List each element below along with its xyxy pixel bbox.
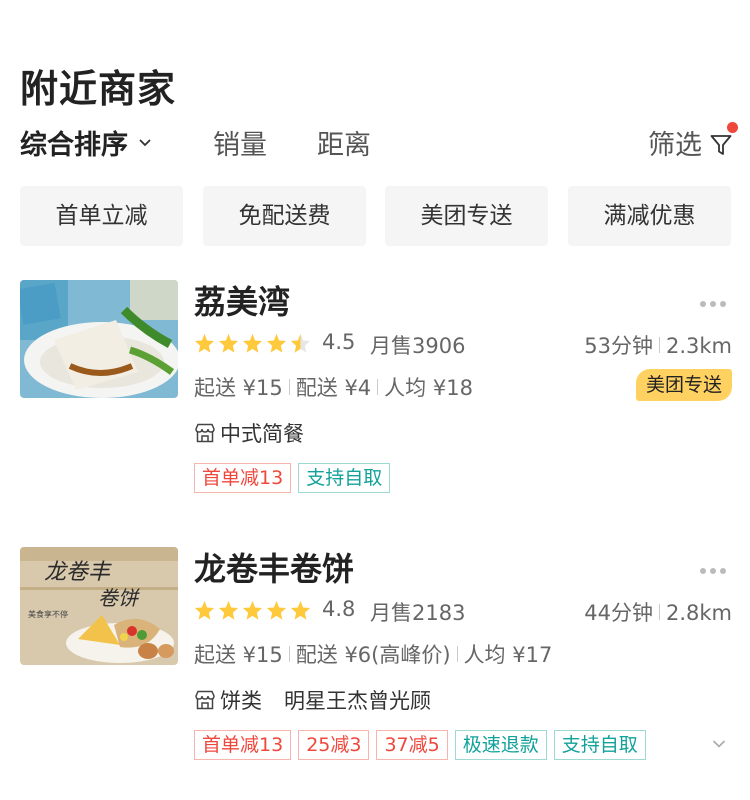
chip-discount-offers[interactable]: 满减优惠 (568, 186, 731, 246)
quick-filter-chips: 首单立减 免配送费 美团专送 满减优惠 (20, 186, 732, 246)
star-icon (194, 333, 215, 353)
star-icon (266, 600, 287, 620)
promo-tag: 25减3 (298, 730, 370, 760)
star-icon (242, 600, 263, 620)
store-highlight: 明星王杰曾光顾 (284, 689, 431, 713)
star-icon (218, 600, 239, 620)
delivery-time: 44分钟 (584, 601, 653, 625)
more-options-icon[interactable] (696, 559, 726, 578)
promo-tags: 首单减13 支持自取 (194, 463, 397, 493)
delivery-time: 53分钟 (584, 334, 653, 358)
star-rating (194, 333, 314, 353)
price-row: 起送 ¥15 配送 ¥6(高峰价) 人均 ¥17 (194, 639, 552, 669)
star-half-icon (290, 333, 311, 353)
rating-row: 4.5 月售3906 53分钟 2.3km (194, 330, 732, 360)
svg-text:美食享不停: 美食享不停 (28, 609, 68, 619)
time-distance: 44分钟 2.8km (584, 597, 732, 627)
avg-price: 人均 ¥18 (384, 376, 473, 400)
promo-tag: 支持自取 (298, 463, 391, 493)
meituan-delivery-badge: 美团专送 (635, 369, 732, 401)
sort-sales[interactable]: 销量 (213, 126, 267, 166)
sort-bar: 综合排序 销量 距离 筛选 (20, 122, 738, 170)
distance: 2.3km (665, 334, 732, 358)
delivery-fee: 配送 ¥6(高峰价) (295, 643, 451, 667)
rating-score: 4.8 (322, 597, 356, 621)
promo-tag: 首单减13 (194, 730, 292, 760)
chevron-down-icon (139, 138, 151, 146)
time-distance: 53分钟 2.3km (584, 330, 732, 360)
rating-row: 4.8 月售2183 44分钟 2.8km (194, 597, 732, 627)
store-icon (195, 423, 215, 443)
star-icon (242, 333, 263, 353)
filter-button[interactable]: 筛选 (648, 122, 738, 166)
distance: 2.8km (665, 601, 732, 625)
promo-tag: 37减5 (376, 730, 448, 760)
min-order: 起送 ¥15 (194, 643, 283, 667)
min-order: 起送 ¥15 (194, 376, 283, 400)
star-icon (290, 600, 311, 620)
rating-score: 4.5 (322, 330, 356, 354)
svg-text:卷饼: 卷饼 (98, 586, 140, 610)
filter-icon (710, 134, 732, 155)
store-name[interactable]: 龙卷丰卷饼 (194, 544, 354, 590)
sort-comprehensive[interactable]: 综合排序 (20, 126, 152, 166)
star-rating (194, 600, 314, 620)
star-icon (266, 333, 287, 353)
category-row: 饼类 明星王杰曾光顾 (194, 685, 431, 715)
delivery-fee: 配送 ¥4 (295, 376, 372, 400)
page-title: 附近商家 (20, 67, 177, 111)
sort-comprehensive-label: 综合排序 (20, 130, 128, 161)
store-category: 饼类 (220, 689, 262, 713)
star-icon (218, 333, 239, 353)
price-row: 起送 ¥15 配送 ¥4 人均 ¥18 (194, 372, 473, 402)
chip-free-delivery[interactable]: 免配送费 (203, 186, 366, 246)
store-thumbnail[interactable] (20, 280, 178, 398)
filter-label: 筛选 (648, 130, 702, 161)
svg-text:龙卷丰: 龙卷丰 (44, 560, 112, 585)
sort-distance[interactable]: 距离 (317, 126, 371, 166)
wrap-photo: 龙卷丰 卷饼 美食享不停 (20, 547, 178, 665)
chip-first-order-discount[interactable]: 首单立减 (20, 186, 183, 246)
store-name[interactable]: 荔美湾 (194, 277, 290, 323)
store-category: 中式简餐 (220, 422, 304, 446)
promo-tag: 极速退款 (454, 730, 547, 760)
rice-noodle-roll-photo (20, 280, 178, 398)
avg-price: 人均 ¥17 (463, 643, 553, 667)
star-icon (194, 600, 215, 620)
promo-tag: 首单减13 (194, 463, 292, 493)
promo-tags: 首单减13 25减3 37减5 极速退款 支持自取 (194, 730, 653, 760)
monthly-sales: 月售3906 (370, 334, 466, 358)
filter-notification-dot (727, 122, 738, 133)
promo-tag: 支持自取 (553, 730, 646, 760)
expand-chevron-icon[interactable] (712, 739, 726, 749)
more-options-icon[interactable] (696, 292, 726, 311)
monthly-sales: 月售2183 (370, 601, 466, 625)
store-thumbnail[interactable]: 龙卷丰 卷饼 美食享不停 (20, 547, 178, 665)
category-row: 中式简餐 (194, 418, 304, 448)
store-icon (195, 690, 215, 710)
chip-meituan-delivery[interactable]: 美团专送 (385, 186, 548, 246)
